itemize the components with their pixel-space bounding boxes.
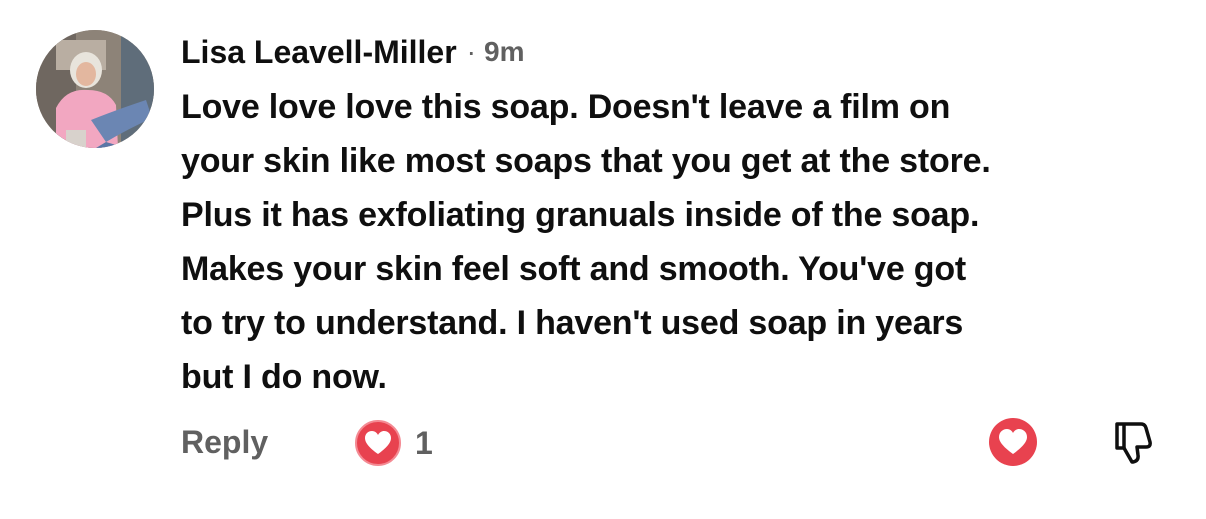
author-name[interactable]: Lisa Leavell-Miller [181, 34, 457, 71]
comment-body-line: Love love love this soap. Doesn't leave … [181, 88, 951, 126]
comment-header: Lisa Leavell-Miller · 9m [181, 30, 524, 74]
comment-body-line: but I do now. [181, 358, 387, 396]
reply-button[interactable]: Reply [181, 424, 268, 461]
thumbs-down-icon [1115, 422, 1152, 464]
comment-body-line: Makes your skin feel soft and smooth. Yo… [181, 250, 967, 288]
comment: Lisa Leavell-Miller · 9m Love love love … [0, 0, 1206, 519]
avatar-image [36, 30, 154, 148]
heart-icon [355, 420, 401, 466]
comment-body: Love love love this soap. Doesn't leave … [181, 80, 1181, 404]
like-button[interactable]: 1 [353, 418, 433, 468]
like-count: 1 [415, 424, 433, 461]
avatar[interactable] [36, 30, 154, 148]
comment-body-line: to try to understand. I haven't used soa… [181, 304, 964, 342]
creator-heart-button[interactable] [987, 416, 1039, 473]
heart-icon [989, 418, 1037, 466]
comment-body-line: Plus it has exfoliating granuals inside … [181, 196, 980, 234]
comment-body-line: your skin like most soaps that you get a… [181, 142, 991, 180]
header-separator: · [466, 36, 476, 67]
comment-actions: Reply 1 [181, 412, 1181, 472]
dislike-button[interactable] [1111, 418, 1157, 471]
comment-timestamp: 9m [484, 36, 525, 67]
